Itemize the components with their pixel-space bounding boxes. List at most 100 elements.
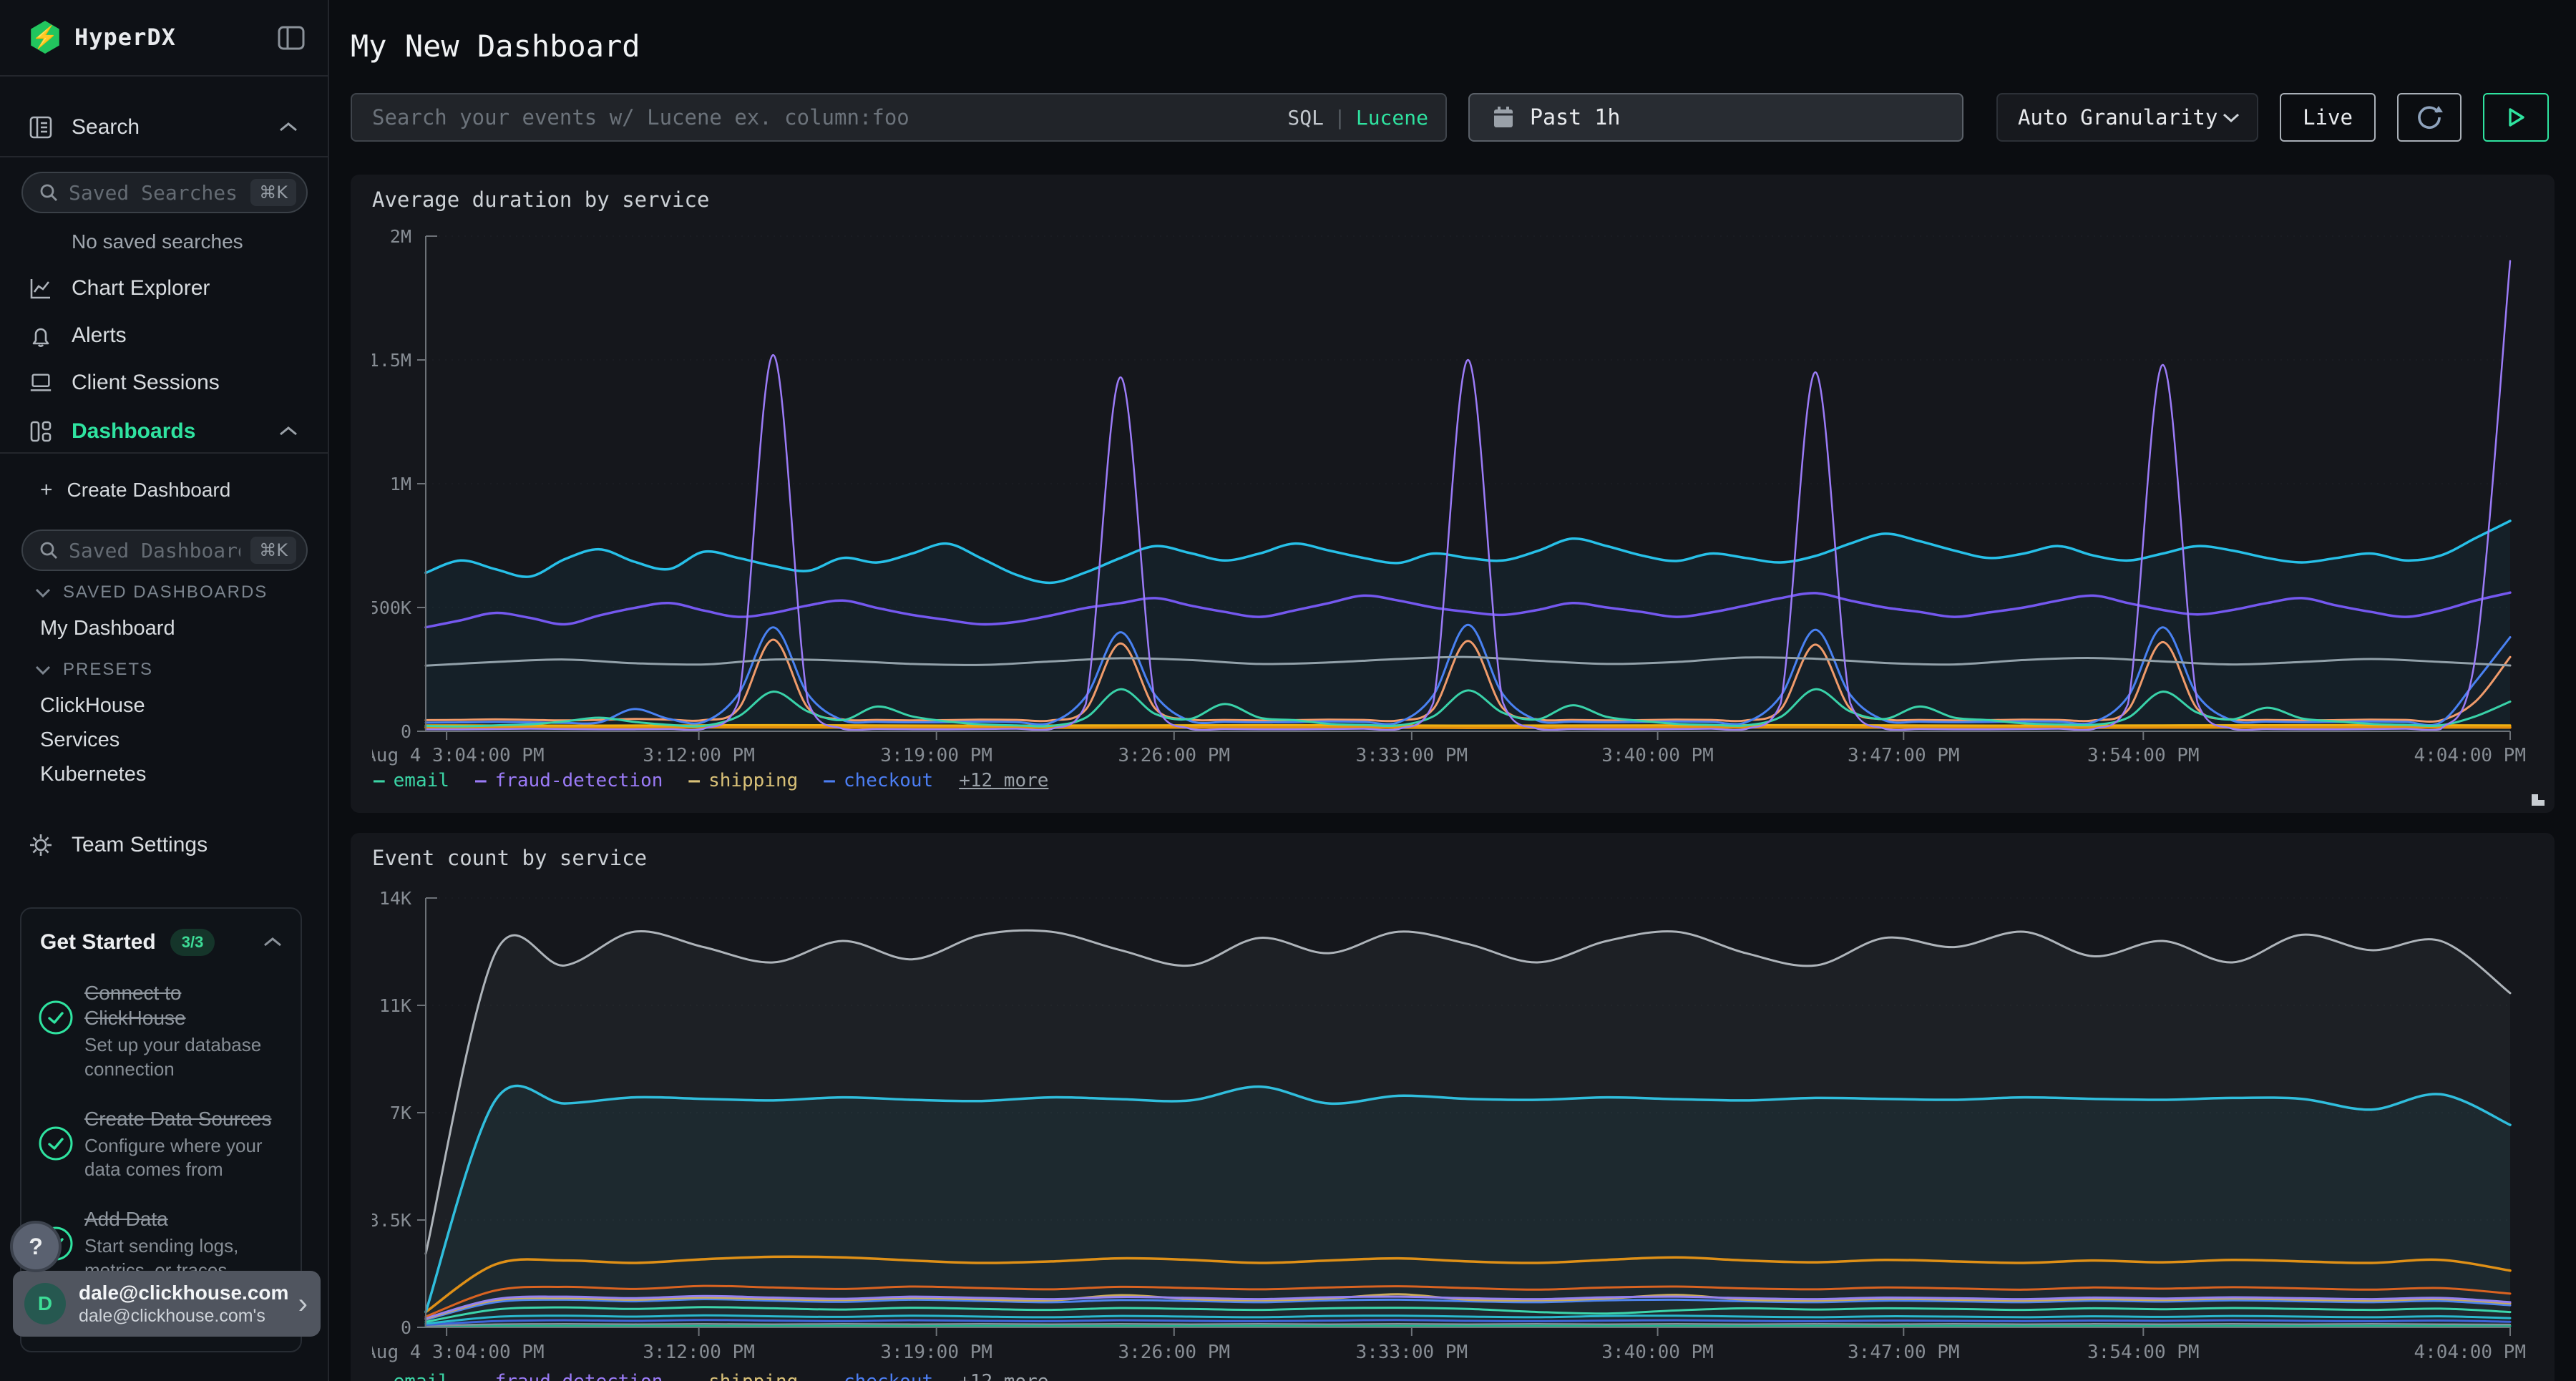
chevron-down-icon (2221, 112, 2241, 124)
help-button[interactable]: ? (10, 1221, 62, 1272)
sidebar-item-search[interactable]: Search (0, 104, 328, 151)
svg-text:11K: 11K (379, 995, 411, 1016)
sidebar-item-label: Alerts (72, 323, 127, 348)
chart-legend: —email —fraud-detection —shipping —checkout… (374, 1371, 1048, 1381)
time-range-picker[interactable]: Past 1h (1468, 93, 1963, 142)
get-started-item[interactable]: Create Data SourcesConfigure where your … (37, 1106, 286, 1183)
svg-text:3:12:00 PM: 3:12:00 PM (643, 1342, 755, 1363)
saved-searches-field[interactable] (69, 181, 240, 205)
app-name: HyperDX (74, 24, 176, 51)
legend-more-link[interactable]: +12 more (959, 1371, 1048, 1381)
legend-swatch: — (824, 770, 835, 791)
svg-text:500K: 500K (372, 597, 411, 618)
chevron-up-icon[interactable] (262, 936, 283, 949)
legend-item-shipping[interactable]: —shipping (688, 770, 798, 791)
event-count-chart[interactable]: 14K11K7K3.5K0Aug 4 3:04:00 PM3:12:00 PM3… (372, 869, 2533, 1370)
saved-searches-input[interactable]: ⌘K (21, 172, 308, 213)
svg-text:3:26:00 PM: 3:26:00 PM (1118, 745, 1230, 766)
chart-title: Event count by service (372, 846, 647, 870)
bell-icon (29, 323, 53, 348)
refresh-button[interactable] (2397, 93, 2462, 142)
svg-text:3:12:00 PM: 3:12:00 PM (643, 745, 755, 766)
legend-swatch: — (688, 770, 700, 791)
resize-handle-icon[interactable] (2529, 791, 2547, 807)
event-search-bar[interactable]: SQL | Lucene (351, 93, 1447, 142)
svg-text:0: 0 (401, 721, 411, 742)
calendar-icon (1493, 106, 1514, 129)
legend-item-email[interactable]: —email (374, 1371, 449, 1381)
logo-row: ⚡ HyperDX (0, 0, 328, 74)
sidebar-item-client-sessions[interactable]: Client Sessions (0, 359, 328, 406)
sidebar-item-my-dashboard[interactable]: My Dashboard (40, 617, 175, 640)
search-section-icon (29, 115, 53, 140)
event-search-field[interactable] (372, 105, 1302, 130)
svg-text:1.5M: 1.5M (372, 350, 411, 371)
sidebar-item-services[interactable]: Services (40, 728, 119, 752)
average-duration-chart[interactable]: 2M 1.5M 1M 500K 0 Aug 4 3:04:00 PM 3:12:00 PM 3… (372, 210, 2533, 768)
lucene-toggle[interactable]: Lucene (1356, 106, 1428, 130)
time-range-value: Past 1h (1530, 105, 1620, 130)
get-started-item[interactable]: Connect to ClickHouseSet up your databas… (37, 980, 286, 1082)
sidebar-item-team-settings[interactable]: Team Settings (0, 821, 328, 869)
play-icon (2505, 106, 2527, 129)
chart-title: Average duration by service (372, 187, 709, 212)
saved-dashboards-field[interactable] (69, 539, 240, 562)
svg-text:Aug 4 3:04:00 PM: Aug 4 3:04:00 PM (372, 745, 545, 766)
legend-item-fraud-detection[interactable]: —fraud-detection (475, 1371, 663, 1381)
get-started-header[interactable]: Get Started 3/3 (40, 929, 283, 956)
legend-item-checkout[interactable]: —checkout (824, 770, 933, 791)
create-dashboard-button[interactable]: + Create Dashboard (40, 478, 230, 502)
legend-more-link[interactable]: +12 more (959, 770, 1048, 791)
user-menu[interactable]: D dale@clickhouse.com dale@clickhouse.co… (13, 1271, 321, 1337)
refresh-icon (2414, 102, 2444, 132)
sql-toggle[interactable]: SQL (1287, 106, 1324, 130)
svg-text:3:33:00 PM: 3:33:00 PM (1356, 745, 1468, 766)
sidebar-item-chart-explorer[interactable]: Chart Explorer (0, 265, 328, 312)
dashboards-icon (29, 419, 53, 444)
chart-legend: —email —fraud-detection —shipping —checkout… (374, 770, 1048, 791)
saved-dashboards-header[interactable]: SAVED DASHBOARDS (34, 582, 268, 602)
svg-text:3.5K: 3.5K (372, 1210, 411, 1231)
legend-item-email[interactable]: —email (374, 770, 449, 791)
live-button[interactable]: Live (2280, 93, 2376, 142)
hyperdx-logo-icon: ⚡ (29, 21, 62, 54)
get-started-item-title: Connect to ClickHouse (84, 980, 286, 1030)
legend-item-checkout[interactable]: —checkout (824, 1371, 933, 1381)
svg-text:4:04:00 PM: 4:04:00 PM (2414, 1342, 2526, 1363)
svg-text:3:54:00 PM: 3:54:00 PM (2087, 1342, 2200, 1363)
sidebar-item-label: Client Sessions (72, 371, 220, 395)
sidebar-item-alerts[interactable]: Alerts (0, 312, 328, 359)
cmd-k-shortcut: ⌘K (250, 537, 296, 564)
no-saved-searches-text: No saved searches (72, 230, 243, 253)
check-circle-icon (37, 1125, 74, 1162)
chevron-down-icon (34, 665, 52, 675)
query-language-toggle: SQL | Lucene (1287, 106, 1428, 130)
saved-dashboards-input[interactable]: ⌘K (21, 530, 308, 571)
sidebar-item-dashboards[interactable]: Dashboards (0, 408, 328, 455)
toggle-separator: | (1334, 106, 1346, 130)
granularity-select[interactable]: Auto Granularity (1996, 93, 2258, 142)
svg-text:3:19:00 PM: 3:19:00 PM (880, 1342, 992, 1363)
sidebar-item-clickhouse[interactable]: ClickHouse (40, 694, 145, 718)
svg-text:3:40:00 PM: 3:40:00 PM (1601, 745, 1714, 766)
svg-text:Aug 4 3:04:00 PM: Aug 4 3:04:00 PM (372, 1342, 545, 1363)
legend-item-shipping[interactable]: —shipping (688, 1371, 798, 1381)
get-started-title: Get Started (40, 930, 156, 955)
legend-item-fraud-detection[interactable]: —fraud-detection (475, 770, 663, 791)
avatar: D (24, 1283, 66, 1324)
presets-header[interactable]: PRESETS (34, 660, 153, 680)
sidebar-item-kubernetes[interactable]: Kubernetes (40, 763, 146, 786)
chevron-up-icon (278, 121, 299, 134)
divider (0, 156, 329, 157)
svg-text:1M: 1M (390, 474, 411, 494)
svg-text:3:54:00 PM: 3:54:00 PM (2087, 745, 2200, 766)
chevron-right-icon: › (298, 1288, 308, 1320)
svg-text:2M: 2M (390, 226, 411, 247)
user-email: dale@clickhouse.com (79, 1281, 288, 1305)
svg-text:3:33:00 PM: 3:33:00 PM (1356, 1342, 1468, 1363)
get-started-item-title: Add Data (84, 1206, 286, 1231)
check-circle-icon (37, 999, 74, 1036)
chart-icon (29, 276, 53, 301)
sidebar-collapse-icon[interactable] (278, 26, 305, 50)
run-query-button[interactable] (2483, 93, 2549, 142)
